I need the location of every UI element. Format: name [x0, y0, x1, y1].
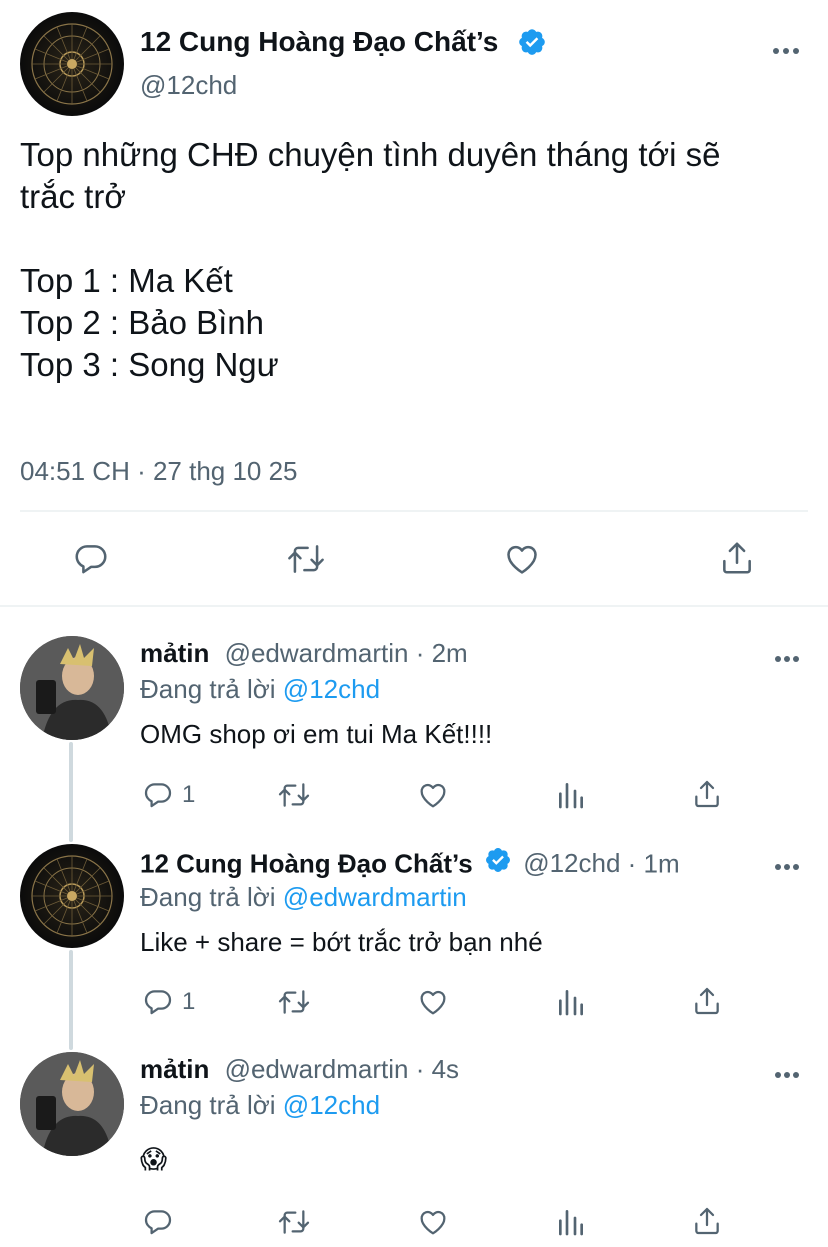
zodiac-wheel-image — [31, 855, 113, 937]
replying-prefix: Đang trả lời — [140, 674, 276, 704]
verified-badge-icon — [517, 27, 547, 62]
reply-count: 1 — [182, 781, 196, 808]
retweet-icon[interactable] — [285, 540, 327, 578]
replying-prefix: Đang trả lời — [140, 882, 276, 912]
replying-to-link[interactable]: @edwardmartin — [283, 882, 467, 912]
retweet-icon[interactable] — [276, 1206, 312, 1238]
thread-connector — [69, 742, 73, 842]
tweet-line: trắc trở — [20, 178, 126, 215]
reply-icon[interactable] — [142, 986, 174, 1018]
reply-avatar[interactable] — [20, 844, 124, 948]
like-icon[interactable] — [502, 540, 542, 578]
reply-header: mảtin @edwardmartin · 4s — [140, 1054, 459, 1085]
user-photo-image — [20, 636, 124, 740]
tweet-line: Top 2 : Bảo Bình — [20, 304, 265, 341]
share-icon[interactable] — [691, 777, 723, 811]
more-horizontal-icon[interactable] — [774, 650, 800, 668]
replying-to-link[interactable]: @12chd — [283, 674, 380, 704]
reply-icon[interactable] — [72, 540, 110, 578]
views-icon[interactable] — [555, 779, 587, 811]
reply-time[interactable]: · 2m — [416, 638, 468, 668]
like-icon[interactable] — [416, 1206, 450, 1238]
share-icon[interactable] — [691, 1204, 723, 1238]
thread-connector — [69, 950, 73, 1050]
share-icon[interactable] — [691, 984, 723, 1018]
reply-author-handle[interactable]: @edwardmartin — [225, 638, 409, 668]
reply-icon[interactable] — [142, 1206, 174, 1238]
retweet-icon[interactable] — [276, 986, 312, 1018]
reply-author-name[interactable]: mảtin — [140, 638, 209, 668]
user-photo-image — [20, 1052, 124, 1156]
replying-to: Đang trả lời @edwardmartin — [140, 882, 467, 913]
reply-text: OMG shop ơi em tui Ma Kết!!!! — [140, 719, 493, 749]
reply-author-name[interactable]: mảtin — [140, 1054, 209, 1084]
reply-icon[interactable] — [142, 779, 174, 811]
author-name[interactable]: 12 Cung Hoàng Đạo Chất’s — [140, 26, 498, 58]
tweet-text: Top những CHĐ chuyện tình duyên tháng tớ… — [20, 134, 721, 386]
tweet-line: Top 1 : Ma Kết — [20, 262, 233, 299]
more-horizontal-icon[interactable] — [772, 42, 800, 60]
author-handle[interactable]: @12chd — [140, 70, 237, 101]
reply-text: 😱 — [140, 1144, 168, 1174]
author-avatar[interactable] — [20, 12, 124, 116]
reply-avatar[interactable] — [20, 1052, 124, 1156]
more-horizontal-icon[interactable] — [774, 1066, 800, 1084]
share-icon[interactable] — [718, 538, 756, 578]
tweet-timestamp[interactable]: 04:51 CH · 27 thg 10 25 — [20, 456, 298, 487]
reply-text: Like + share = bớt trắc trở bạn nhé — [140, 927, 543, 957]
views-icon[interactable] — [555, 986, 587, 1018]
divider — [20, 510, 808, 512]
reply-header: 12 Cung Hoàng Đạo Chất’s @12chd · 1m — [140, 848, 680, 883]
verified-badge-icon — [484, 846, 512, 881]
tweet-line: Top 3 : Song Ngư — [20, 346, 279, 383]
replying-to-link[interactable]: @12chd — [283, 1090, 380, 1120]
tweet-line — [20, 218, 721, 260]
reply-header: mảtin @edwardmartin · 2m — [140, 638, 468, 669]
reply-author-handle[interactable]: @12chd — [523, 848, 620, 878]
more-horizontal-icon[interactable] — [774, 858, 800, 876]
reply-time[interactable]: · 4s — [416, 1054, 459, 1084]
retweet-icon[interactable] — [276, 779, 312, 811]
like-icon[interactable] — [416, 986, 450, 1018]
replying-prefix: Đang trả lời — [140, 1090, 276, 1120]
zodiac-wheel-image — [31, 23, 113, 105]
reply-author-name[interactable]: 12 Cung Hoàng Đạo Chất’s — [140, 848, 473, 878]
reply-time[interactable]: · 1m — [628, 848, 680, 878]
reply-avatar[interactable] — [20, 636, 124, 740]
reply-count: 1 — [182, 988, 196, 1015]
replying-to: Đang trả lời @12chd — [140, 674, 380, 705]
tweet-line: Top những CHĐ chuyện tình duyên tháng tớ… — [20, 136, 721, 173]
section-divider — [0, 605, 828, 607]
views-icon[interactable] — [555, 1206, 587, 1238]
like-icon[interactable] — [416, 779, 450, 811]
replying-to: Đang trả lời @12chd — [140, 1090, 380, 1121]
reply-author-handle[interactable]: @edwardmartin — [225, 1054, 409, 1084]
